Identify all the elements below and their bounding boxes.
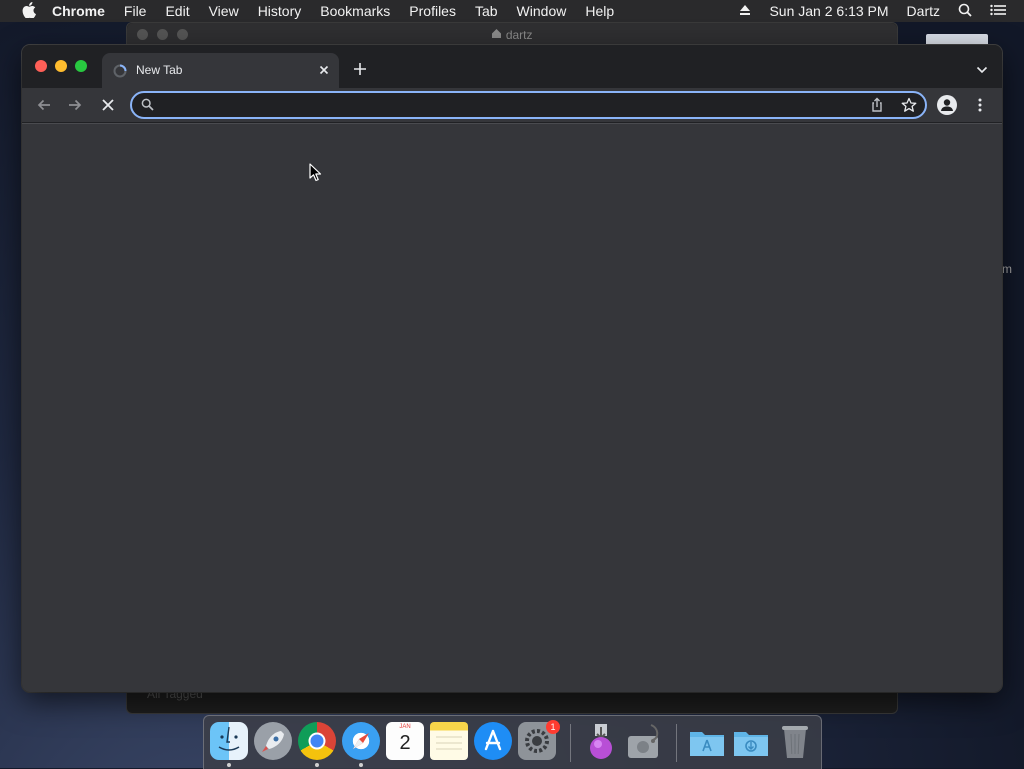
tab-title: New Tab <box>136 63 183 77</box>
bookmark-star-icon[interactable] <box>901 97 917 113</box>
menu-bar-status-area: Sun Jan 2 6:13 PM Dartz <box>739 0 1024 22</box>
new-tab-plus-icon[interactable] <box>352 61 368 77</box>
mouse-pointer-icon <box>309 163 323 183</box>
launchpad-rocket-icon[interactable] <box>254 722 292 760</box>
menu-bar-user[interactable]: Dartz <box>907 3 940 19</box>
stop-loading-x-icon[interactable] <box>100 97 116 113</box>
menu-edit[interactable]: Edit <box>165 3 189 19</box>
menu-tab[interactable]: Tab <box>475 3 498 19</box>
menu-file[interactable]: File <box>124 3 147 19</box>
background-window-title-text: dartz <box>505 28 533 42</box>
dock-separator <box>570 724 571 762</box>
menu-history[interactable]: History <box>258 3 302 19</box>
downloads-folder-icon[interactable] <box>732 722 770 760</box>
loading-favicon-icon <box>113 64 127 78</box>
menu-bar: Chrome File Edit View History Bookmarks … <box>0 0 1024 22</box>
disk-utility-icon[interactable] <box>625 722 663 760</box>
chrome-window: New Tab <box>22 45 1002 692</box>
applications-folder-icon[interactable] <box>688 722 726 760</box>
dock-separator <box>676 724 677 762</box>
menu-app-chrome[interactable]: Chrome <box>52 3 105 19</box>
menu-bookmarks[interactable]: Bookmarks <box>320 3 390 19</box>
chrome-app-icon[interactable] <box>298 722 336 760</box>
tab-new-tab[interactable]: New Tab <box>102 53 339 88</box>
address-bar[interactable] <box>130 91 927 119</box>
system-preferences-badge: 1 <box>546 720 560 734</box>
page-content-area[interactable] <box>22 123 1002 692</box>
safari-compass-icon[interactable] <box>342 722 380 760</box>
share-icon[interactable] <box>869 97 885 113</box>
menu-help[interactable]: Help <box>585 3 614 19</box>
finder-icon[interactable] <box>210 722 248 760</box>
window-zoom-button[interactable] <box>75 60 87 72</box>
trash-icon[interactable] <box>776 722 814 760</box>
profile-avatar-icon[interactable] <box>937 95 957 115</box>
calendar-month-label: JAN <box>399 724 411 730</box>
tab-strip: New Tab <box>22 45 1002 88</box>
tab-close-icon[interactable] <box>316 62 332 78</box>
tab-search-chevron-down-icon[interactable] <box>976 63 988 75</box>
window-minimize-button[interactable] <box>55 60 67 72</box>
chrome-running-indicator <box>315 763 319 767</box>
notes-icon[interactable] <box>430 722 468 760</box>
menu-profiles[interactable]: Profiles <box>409 3 456 19</box>
search-icon <box>141 98 154 111</box>
installer-icon[interactable] <box>582 722 620 760</box>
menu-view[interactable]: View <box>209 3 239 19</box>
notification-center-icon[interactable] <box>990 3 1006 19</box>
calendar-day-label: 2 <box>399 732 411 754</box>
background-window-titlebar[interactable]: dartz <box>127 23 897 47</box>
safari-running-indicator <box>359 763 363 767</box>
menu-bar-clock[interactable]: Sun Jan 2 6:13 PM <box>769 3 888 19</box>
system-preferences-gear-icon[interactable]: 1 <box>518 720 560 760</box>
app-store-icon[interactable] <box>474 722 512 760</box>
back-arrow-icon[interactable] <box>36 97 52 113</box>
menu-window[interactable]: Window <box>517 3 567 19</box>
calendar-icon[interactable]: JAN 2 <box>386 722 424 760</box>
browser-toolbar <box>22 88 1002 122</box>
finder-running-indicator <box>227 763 231 767</box>
background-window-text: m <box>1002 262 1012 276</box>
address-input[interactable] <box>164 95 848 117</box>
forward-arrow-icon[interactable] <box>67 97 83 113</box>
more-options-kebab-icon[interactable] <box>974 97 986 113</box>
background-window-title: dartz <box>127 28 897 42</box>
apple-menu-icon[interactable] <box>20 1 38 21</box>
spotlight-search-icon[interactable] <box>958 3 972 20</box>
eject-icon[interactable] <box>739 3 751 19</box>
home-icon <box>491 28 505 42</box>
window-close-button[interactable] <box>35 60 47 72</box>
dock: JAN 2 1 <box>203 715 822 769</box>
